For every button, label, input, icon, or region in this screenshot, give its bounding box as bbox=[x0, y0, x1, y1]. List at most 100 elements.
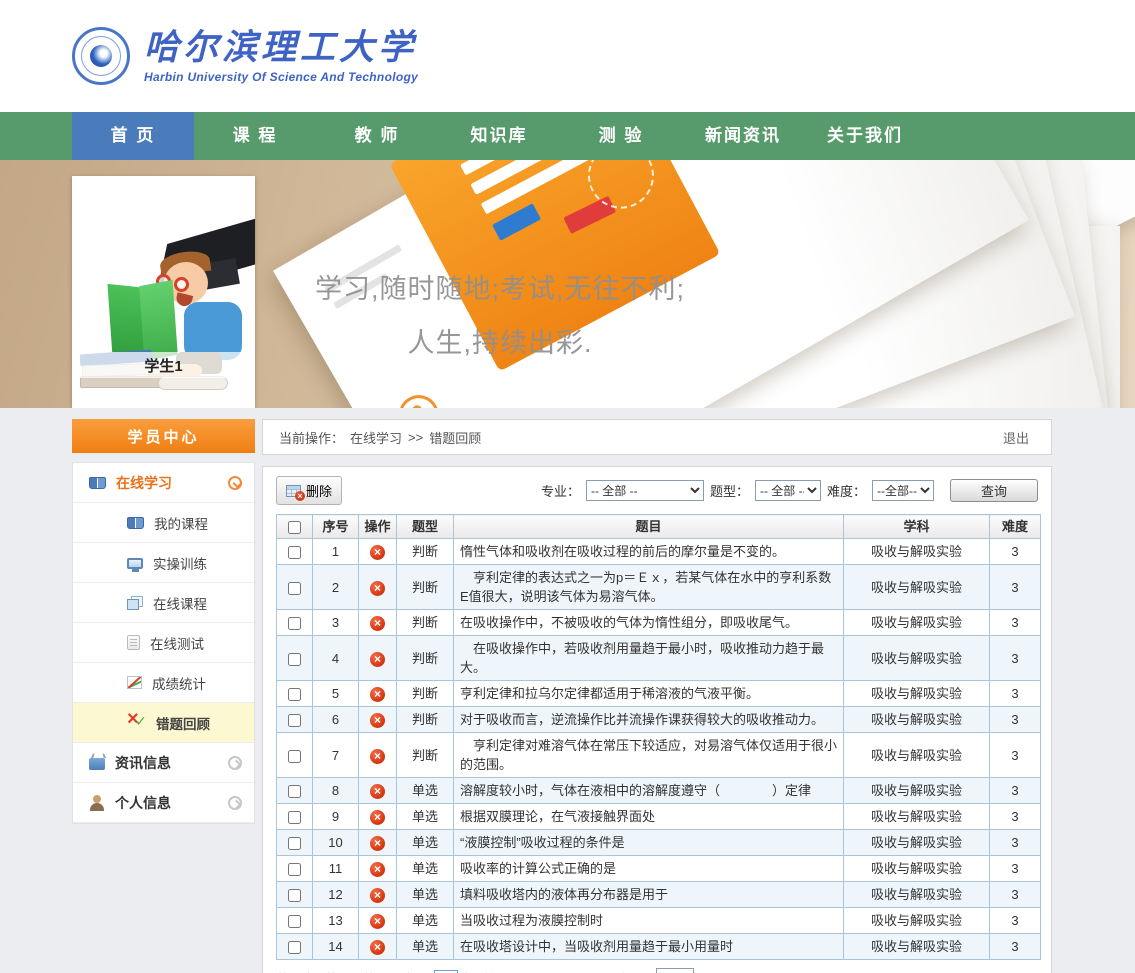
banner-art-shape bbox=[391, 388, 446, 408]
row-checkbox[interactable] bbox=[288, 863, 301, 876]
row-check-cell bbox=[277, 856, 313, 882]
delete-question-icon[interactable] bbox=[370, 616, 385, 631]
sidebar-title: 学员中心 bbox=[72, 419, 255, 453]
row-checkbox[interactable] bbox=[288, 617, 301, 630]
row-checkbox[interactable] bbox=[288, 546, 301, 559]
sidebar-item-personal-info[interactable]: 个人信息 bbox=[73, 783, 254, 823]
sidebar-item-label: 个人信息 bbox=[115, 793, 171, 813]
delete-button[interactable]: 删除 bbox=[276, 476, 342, 505]
sidebar-item-online-study[interactable]: 在线学习 bbox=[73, 463, 254, 503]
nav-item-6[interactable]: 关于我们 bbox=[804, 112, 926, 160]
table-row: 6判断对于吸收而言，逆流操作比并流操作课获得较大的吸收推动力。吸收与解吸实验3 bbox=[277, 707, 1041, 733]
breadcrumb-section[interactable]: 在线学习 bbox=[350, 428, 402, 447]
row-op-cell bbox=[359, 908, 397, 934]
last-page-link: 末 页 bbox=[617, 969, 647, 973]
row-checkbox[interactable] bbox=[288, 811, 301, 824]
row-subject: 吸收与解吸实验 bbox=[844, 681, 990, 707]
difficulty-select[interactable]: --全部-- bbox=[872, 480, 934, 501]
row-checkbox[interactable] bbox=[288, 837, 301, 850]
nav-item-1[interactable]: 课 程 bbox=[194, 112, 316, 160]
sidebar-item-my-courses[interactable]: 我的课程 bbox=[73, 503, 254, 543]
row-question: 亨利定律和拉乌尔定律都适用于稀溶液的气液平衡。 bbox=[454, 681, 844, 707]
tv-icon bbox=[89, 758, 105, 770]
row-difficulty: 3 bbox=[990, 565, 1041, 610]
row-check-cell bbox=[277, 830, 313, 856]
row-num: 3 bbox=[313, 610, 359, 636]
delete-question-icon[interactable] bbox=[370, 888, 385, 903]
row-op-cell bbox=[359, 539, 397, 565]
row-checkbox[interactable] bbox=[288, 688, 301, 701]
row-checkbox[interactable] bbox=[288, 941, 301, 954]
row-check-cell bbox=[277, 610, 313, 636]
row-subject: 吸收与解吸实验 bbox=[844, 778, 990, 804]
logout-button[interactable]: 退出 bbox=[1003, 428, 1029, 447]
delete-question-icon[interactable] bbox=[370, 810, 385, 825]
sidebar-item-online-courses[interactable]: 在线课程 bbox=[73, 583, 254, 623]
delete-question-icon[interactable] bbox=[370, 749, 385, 764]
row-check-cell bbox=[277, 707, 313, 733]
row-difficulty: 3 bbox=[990, 733, 1041, 778]
delete-question-icon[interactable] bbox=[370, 836, 385, 851]
row-check-cell bbox=[277, 908, 313, 934]
row-question: 在吸收塔设计中，当吸收剂用量趋于最小用量时 bbox=[454, 934, 844, 960]
row-num: 8 bbox=[313, 778, 359, 804]
per-page-prefix: 每页 bbox=[405, 969, 431, 973]
row-num: 9 bbox=[313, 804, 359, 830]
row-question: 填料吸收塔内的液体再分布器是用于 bbox=[454, 882, 844, 908]
column-header: 操作 bbox=[359, 515, 397, 539]
chart-icon bbox=[127, 676, 142, 689]
delete-question-icon[interactable] bbox=[370, 784, 385, 799]
delete-question-icon[interactable] bbox=[370, 914, 385, 929]
nav-item-0[interactable]: 首 页 bbox=[72, 112, 194, 160]
row-checkbox[interactable] bbox=[288, 889, 301, 902]
sidebar-item-wrong-review[interactable]: 错题回顾 bbox=[73, 703, 254, 743]
row-checkbox[interactable] bbox=[288, 915, 301, 928]
breadcrumb-prefix: 当前操作： bbox=[279, 428, 344, 447]
row-checkbox[interactable] bbox=[288, 582, 301, 595]
row-difficulty: 3 bbox=[990, 778, 1041, 804]
table-row: 9单选根据双膜理论，在气液接触界面处吸收与解吸实验3 bbox=[277, 804, 1041, 830]
page-number-select[interactable]: 1 bbox=[656, 968, 694, 973]
sidebar-item-score-stats[interactable]: 成绩统计 bbox=[73, 663, 254, 703]
nav-item-4[interactable]: 测 验 bbox=[560, 112, 682, 160]
table-row: 1判断惰性气体和吸收剂在吸收过程的前后的摩尔量是不变的。吸收与解吸实验3 bbox=[277, 539, 1041, 565]
row-checkbox[interactable] bbox=[288, 750, 301, 763]
main-column: 当前操作： 在线学习 >> 错题回顾 退出 删除 专业： -- 全部 -- bbox=[262, 419, 1052, 973]
question-type-select[interactable]: -- 全部 -- bbox=[755, 480, 821, 501]
delete-question-icon[interactable] bbox=[370, 687, 385, 702]
nav-item-2[interactable]: 教 师 bbox=[316, 112, 438, 160]
nav-item-5[interactable]: 新闻资讯 bbox=[682, 112, 804, 160]
per-page-input[interactable] bbox=[434, 970, 458, 973]
column-header: 题目 bbox=[454, 515, 844, 539]
sidebar-item-practice-training[interactable]: 实操训练 bbox=[73, 543, 254, 583]
row-checkbox[interactable] bbox=[288, 714, 301, 727]
windows-icon bbox=[127, 596, 143, 610]
delete-question-icon[interactable] bbox=[370, 652, 385, 667]
row-num: 11 bbox=[313, 856, 359, 882]
query-button[interactable]: 查询 bbox=[950, 479, 1038, 502]
delete-question-icon[interactable] bbox=[370, 862, 385, 877]
row-question: 根据双膜理论，在气液接触界面处 bbox=[454, 804, 844, 830]
row-checkbox[interactable] bbox=[288, 653, 301, 666]
delete-question-icon[interactable] bbox=[370, 713, 385, 728]
row-subject: 吸收与解吸实验 bbox=[844, 733, 990, 778]
row-type: 判断 bbox=[397, 539, 454, 565]
sidebar-item-online-test[interactable]: 在线测试 bbox=[73, 623, 254, 663]
delete-question-icon[interactable] bbox=[370, 581, 385, 596]
nav-item-3[interactable]: 知识库 bbox=[438, 112, 560, 160]
book-icon bbox=[89, 477, 106, 489]
row-subject: 吸收与解吸实验 bbox=[844, 707, 990, 733]
delete-question-icon[interactable] bbox=[370, 940, 385, 955]
major-select[interactable]: -- 全部 -- bbox=[586, 480, 704, 501]
sidebar-item-label: 资讯信息 bbox=[115, 753, 171, 773]
delete-question-icon[interactable] bbox=[370, 545, 385, 560]
table-row: 8单选溶解度较小时，气体在液相中的溶解度遵守（ ）定律吸收与解吸实验3 bbox=[277, 778, 1041, 804]
row-checkbox[interactable] bbox=[288, 785, 301, 798]
table-row: 10单选“液膜控制”吸收过程的条件是吸收与解吸实验3 bbox=[277, 830, 1041, 856]
banner-slogan: 学习,随时随地;考试,无往不利; 人生,持续出彩. bbox=[292, 262, 708, 370]
select-all-checkbox[interactable] bbox=[288, 521, 301, 534]
row-question: 当吸收过程为液膜控制时 bbox=[454, 908, 844, 934]
sidebar-item-news-info[interactable]: 资讯信息 bbox=[73, 743, 254, 783]
row-difficulty: 3 bbox=[990, 856, 1041, 882]
row-subject: 吸收与解吸实验 bbox=[844, 636, 990, 681]
